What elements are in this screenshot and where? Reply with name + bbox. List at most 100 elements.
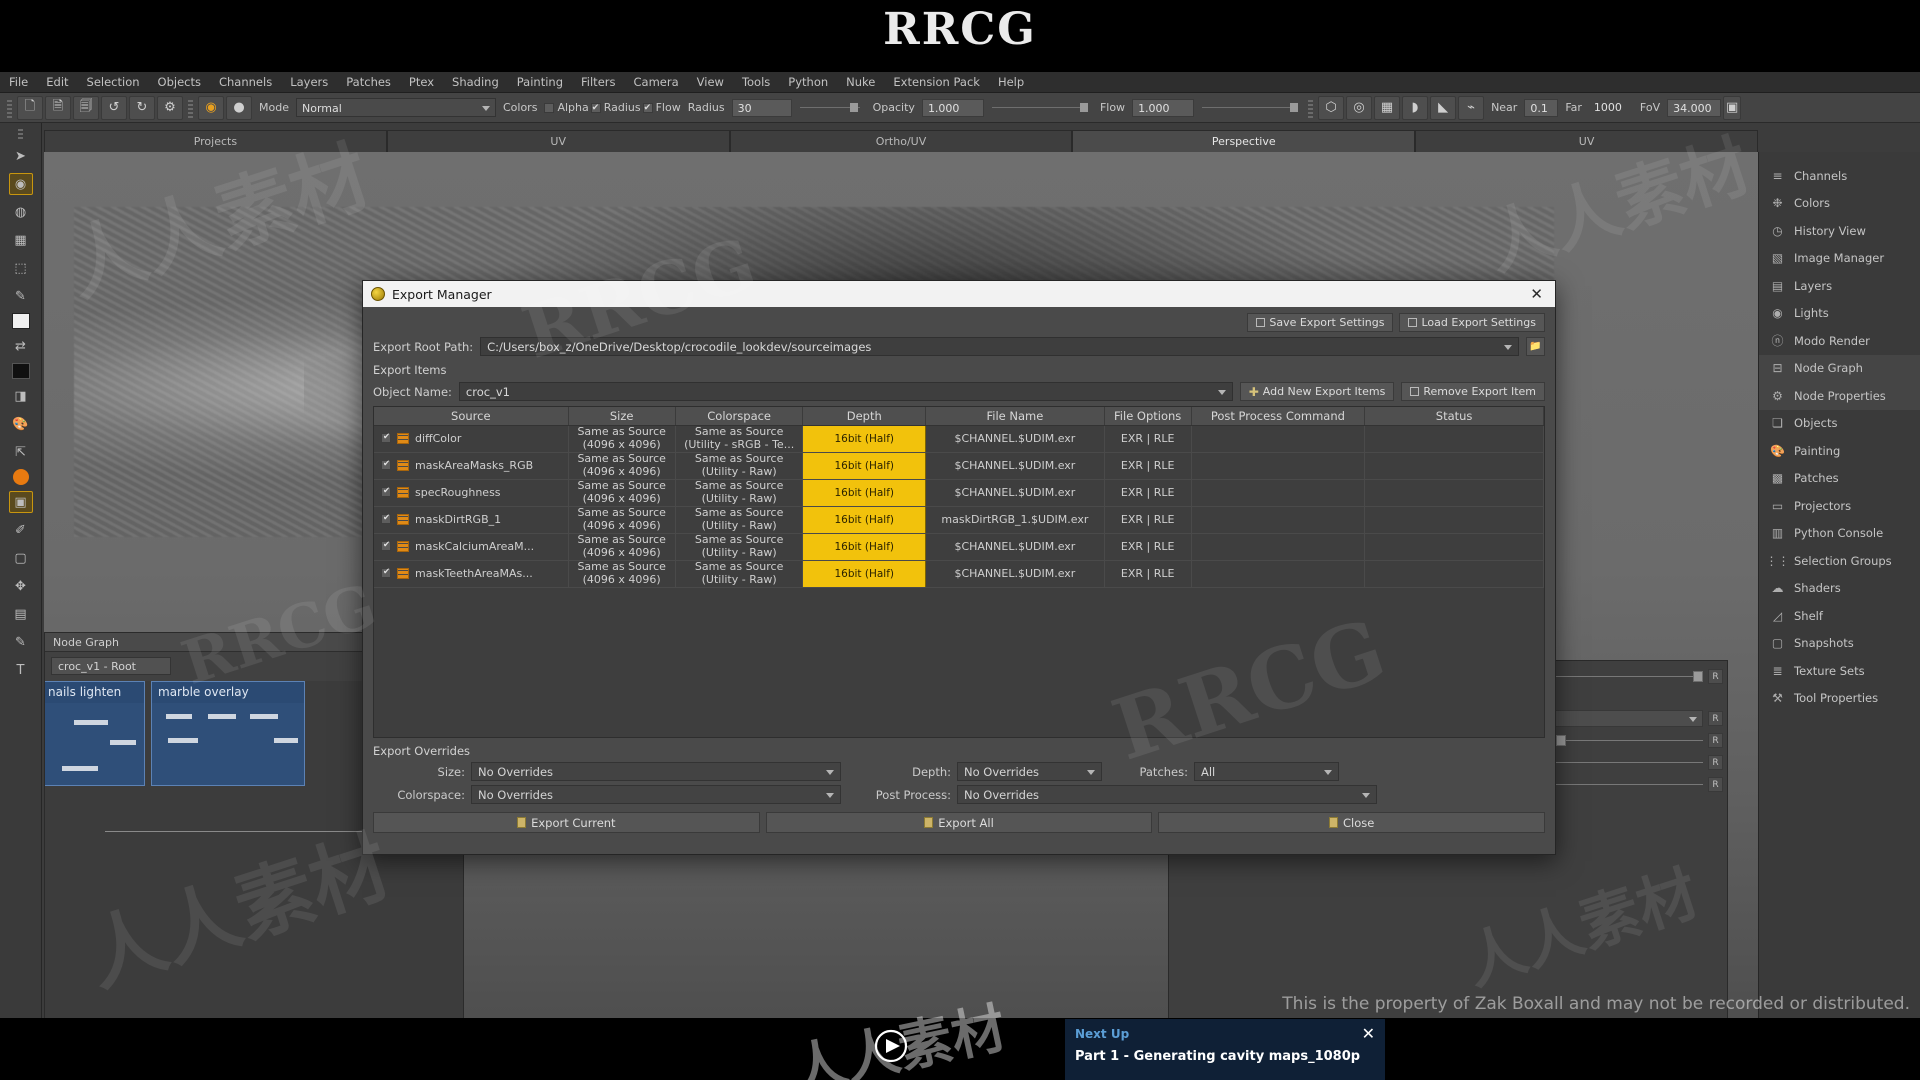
current-color-swatch[interactable] [12,469,29,485]
far-input[interactable]: 1000 [1589,99,1633,117]
menu-painting[interactable]: Painting [508,72,572,93]
foreground-color-swatch[interactable] [11,313,30,329]
row-file-options[interactable]: EXR | RLE [1104,479,1192,507]
marquee-tool-icon[interactable]: ⬚ [9,257,33,279]
camera-lock-icon[interactable]: ▣ [1723,95,1742,120]
row-file-options[interactable]: EXR | RLE [1104,533,1192,561]
vector-tool-icon[interactable]: ✐ [9,519,33,541]
blur-brush-icon[interactable]: ● [226,95,252,120]
background-color-swatch[interactable] [11,363,30,379]
menu-ptex[interactable]: Ptex [400,72,443,93]
dock-item-image-manager[interactable]: ▧ Image Manager [1759,245,1920,273]
menu-patches[interactable]: Patches [337,72,400,93]
row-checkbox[interactable] [381,567,391,578]
col-file-options[interactable]: File Options [1104,407,1192,426]
dock-item-projectors[interactable]: ▭ Projectors [1759,492,1920,520]
override-patches-select[interactable]: All [1194,762,1339,781]
menu-objects[interactable]: Objects [149,72,210,93]
dock-item-lights[interactable]: ◉ Lights [1759,300,1920,328]
override-size-select[interactable]: No Overrides [471,762,841,781]
col-colorspace[interactable]: Colorspace [675,407,804,426]
redo-icon[interactable]: ↻ [129,95,155,120]
blend-mode-select[interactable]: Normal [295,98,496,117]
load-export-settings-button[interactable]: Load Export Settings [1399,313,1545,332]
dock-item-layers[interactable]: ▤ Layers [1759,272,1920,300]
menu-extension-pack[interactable]: Extension Pack [884,72,989,93]
row-source[interactable]: diffColor [374,425,569,453]
export-all-button[interactable]: Export All [765,812,1153,833]
close-project-icon[interactable]: 🗎 [45,95,71,120]
transform-tool-icon[interactable]: ⇱ [9,441,33,463]
dock-item-python-console[interactable]: ▥ Python Console [1759,520,1920,548]
row-filename[interactable]: $CHANNEL.$UDIM.exr [925,560,1105,588]
object-name-select[interactable]: croc_v1 [458,382,1233,401]
bake-tool-icon[interactable]: ▤ [9,603,33,625]
row-checkbox[interactable] [381,486,391,497]
menu-layers[interactable]: Layers [281,72,337,93]
menu-edit[interactable]: Edit [37,72,77,93]
reset-output-black[interactable]: R [1708,668,1723,684]
move-tool-icon[interactable]: ✥ [9,575,33,597]
fov-input[interactable]: 34.000 [1667,98,1722,117]
row-post-process[interactable] [1191,452,1366,480]
row-source[interactable]: maskCalciumAreaM... [374,533,569,561]
table-row[interactable]: maskCalciumAreaM... Same as Source(4096 … [374,533,1544,561]
dock-item-painting[interactable]: 🎨 Painting [1759,437,1920,465]
node-marble-overlay[interactable]: marble overlay [151,681,305,786]
table-row[interactable]: diffColor Same as Source(4096 x 4096) Sa… [374,425,1544,453]
dock-item-node-properties[interactable]: ⚙ Node Properties [1759,382,1920,410]
row-filename[interactable]: $CHANNEL.$UDIM.exr [925,425,1105,453]
col-post-process[interactable]: Post Process Command [1191,407,1366,426]
toolbar-grip[interactable] [7,97,12,118]
toolbar-grip-2[interactable] [188,97,193,118]
text-tool-icon[interactable]: T [9,659,33,681]
object-display-icon[interactable]: ⬡ [1318,95,1345,120]
row-filename[interactable]: $CHANNEL.$UDIM.exr [925,479,1105,507]
row-filename[interactable]: $CHANNEL.$UDIM.exr [925,452,1105,480]
uv-grid-icon[interactable]: ▦ [1374,95,1401,120]
flow-checkbox[interactable]: Flow [642,101,681,114]
row-size[interactable]: Same as Source (4096 x 4096) [568,533,676,561]
menu-selection[interactable]: Selection [78,72,149,93]
col-size[interactable]: Size [568,407,676,426]
node-nails-lighten[interactable]: nails lighten [45,681,145,786]
new-project-icon[interactable]: 🗋 [17,95,43,120]
row-source[interactable]: maskAreaMasks_RGB [374,452,569,480]
menu-help[interactable]: Help [989,72,1033,93]
row-depth[interactable]: 16bit (Half) [802,452,927,480]
left-col-grip[interactable] [18,129,23,139]
export-items-table-wrapper[interactable]: Source Size Colorspace Depth File Name F… [373,406,1545,738]
row-size[interactable]: Same as Source (4096 x 4096) [568,506,676,534]
projection-tool-icon[interactable]: ▣ [8,491,33,513]
palette-icon[interactable]: 🎨 [9,413,33,435]
row-file-options[interactable]: EXR | RLE [1104,425,1192,453]
row-colorspace[interactable]: Same as Source (Utility - Raw) [675,506,804,534]
row-post-process[interactable] [1191,425,1366,453]
row-filename[interactable]: $CHANNEL.$UDIM.exr [925,533,1105,561]
table-row[interactable]: maskAreaMasks_RGB Same as Source(4096 x … [374,452,1544,480]
override-colorspace-select[interactable]: No Overrides [471,785,841,804]
tab-uv-2[interactable]: UV [1415,130,1758,152]
row-size[interactable]: Same as Source (4096 x 4096) [568,560,676,588]
row-file-options[interactable]: EXR | RLE [1104,452,1192,480]
dock-item-channels[interactable]: ≡ Channels [1759,162,1920,190]
dock-item-snapshots[interactable]: ▢ Snapshots [1759,630,1920,658]
export-root-path-input[interactable]: C:/Users/box_z/OneDrive/Desktop/crocodil… [480,337,1519,356]
menu-channels[interactable]: Channels [210,72,281,93]
table-row[interactable]: maskTeethAreaMAs... Same as Source(4096 … [374,560,1544,588]
swap-colors-icon[interactable]: ⇄ [9,335,33,357]
row-post-process[interactable] [1191,533,1366,561]
export-current-button[interactable]: Export Current [373,812,760,833]
row-post-process[interactable] [1191,506,1366,534]
radius-input[interactable]: 30 [731,98,792,117]
remove-export-item-button[interactable]: Remove Export Item [1401,382,1545,401]
paint-through-icon[interactable]: ✎ [9,631,33,653]
menu-view[interactable]: View [688,72,733,93]
row-source[interactable]: specRoughness [374,479,569,507]
dock-item-tool-properties[interactable]: ⚒ Tool Properties [1759,685,1920,713]
reset-mid[interactable]: R [1708,754,1723,770]
dock-item-selection-groups[interactable]: ⋮⋮ Selection Groups [1759,547,1920,575]
reset-black[interactable]: R [1708,776,1723,792]
dock-item-history-view[interactable]: ◷ History View [1759,217,1920,245]
save-project-icon[interactable]: 🗐 [73,95,99,120]
